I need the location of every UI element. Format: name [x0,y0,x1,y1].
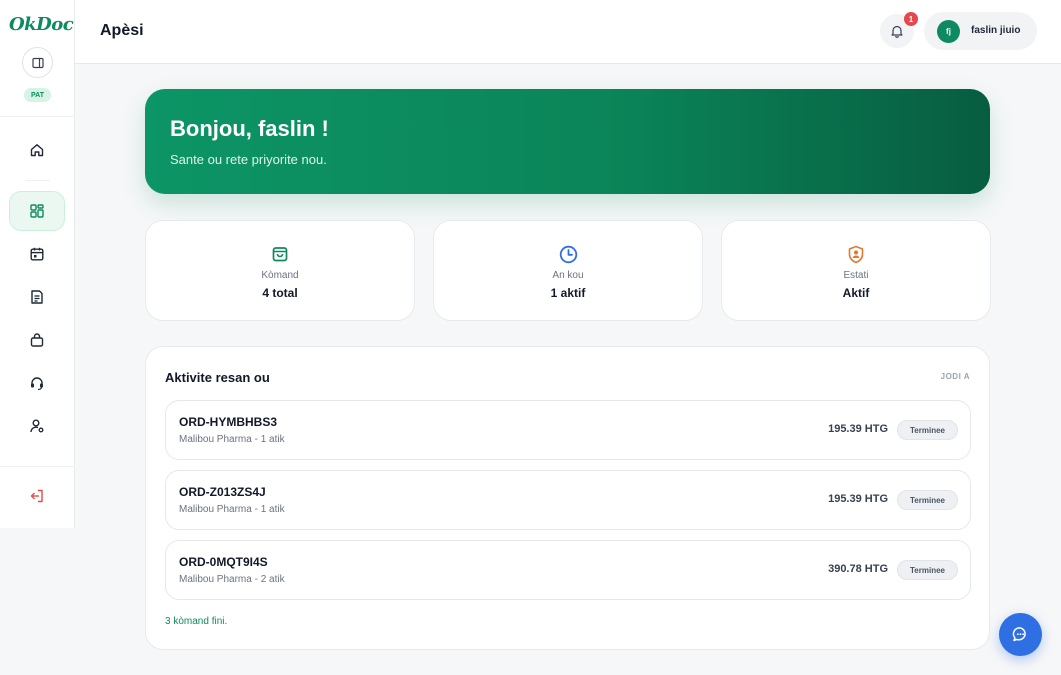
stat-card-status[interactable]: Estati Aktif [721,220,991,321]
top-header: Apèsi 1 fj faslin jiuio [75,0,1061,64]
order-amount: 390.78 HTG [828,563,888,575]
order-meta: Malibou Pharma - 1 atik [179,504,285,515]
sidebar-divider-short [26,180,50,181]
sidebar-item-support[interactable] [9,363,65,403]
sidebar-toggle-icon [31,57,44,68]
status-badge: Terminee [897,490,958,510]
stat-value: 1 aktif [550,286,586,300]
status-badge: Terminee [897,420,958,440]
sidebar-divider [0,466,75,467]
notification-count-badge: 1 [904,12,918,26]
okdoc-logo[interactable]: OkDoc [9,14,74,35]
stat-label: An kou [552,270,584,281]
sidebar-item-orders[interactable] [9,320,65,360]
recent-activity-title: Aktivite resan ou [165,370,270,385]
home-icon [30,144,44,157]
user-settings-icon [30,419,44,433]
sidebar-item-home[interactable] [9,130,65,170]
page-title: Apèsi [100,22,144,39]
order-row[interactable]: ORD-HYMBHBS3 Malibou Pharma - 1 atik 195… [165,400,971,460]
sidebar-divider [0,116,75,117]
order-meta: Malibou Pharma - 1 atik [179,434,285,445]
stat-label: Kòmand [261,270,299,281]
shopping-bag-icon [30,333,44,347]
role-badge: PAT [24,88,51,102]
dashboard-icon [30,204,44,218]
bell-icon [891,25,903,38]
clock-icon [558,244,578,264]
stat-card-orders[interactable]: Kòmand 4 total [145,220,415,321]
chat-button[interactable] [999,613,1042,656]
welcome-subtitle: Sante ou rete priyorite nou. [170,152,327,167]
shopping-bag-icon [270,244,290,264]
sidebar-item-documents[interactable] [9,277,65,317]
avatar: fj [937,20,960,43]
order-id: ORD-Z013ZS4J [179,485,266,499]
sidebar-item-appointments[interactable] [9,234,65,274]
sidebar-collapse-button[interactable] [22,47,53,78]
recent-activity-panel: Aktivite resan ou JODI A ORD-HYMBHBS3 Ma… [145,346,990,650]
user-name: faslin jiuio [971,25,1021,36]
order-amount: 195.39 HTG [828,423,888,435]
order-row[interactable]: ORD-Z013ZS4J Malibou Pharma - 1 atik 195… [165,470,971,530]
sidebar: OkDoc PAT [0,0,75,528]
status-badge: Terminee [897,560,958,580]
chat-icon [1012,627,1026,642]
user-badge-icon [846,244,866,264]
user-menu-button[interactable]: fj faslin jiuio [924,12,1037,50]
welcome-banner: Bonjou, faslin ! Sante ou rete priyorite… [145,89,990,194]
order-id: ORD-0MQT9I4S [179,555,268,569]
order-row[interactable]: ORD-0MQT9I4S Malibou Pharma - 2 atik 390… [165,540,971,600]
stat-value: Aktif [842,286,870,300]
logout-icon [30,489,43,503]
orders-summary: 3 kòmand fini. [165,616,228,627]
calendar-icon [30,247,44,261]
stat-value: 4 total [262,286,298,300]
support-headset-icon [31,377,43,391]
sidebar-item-dashboard[interactable] [9,191,65,231]
order-amount: 195.39 HTG [828,493,888,505]
welcome-greeting: Bonjou, faslin ! [170,116,329,141]
stat-label: Estati [843,270,869,281]
document-icon [31,290,43,304]
sidebar-item-logout[interactable] [9,476,65,516]
order-id: ORD-HYMBHBS3 [179,415,278,429]
stat-card-in-progress[interactable]: An kou 1 aktif [433,220,703,321]
order-meta: Malibou Pharma - 2 atik [179,574,285,585]
date-group-label: JODI A [940,372,970,381]
sidebar-item-profile[interactable] [9,406,65,446]
